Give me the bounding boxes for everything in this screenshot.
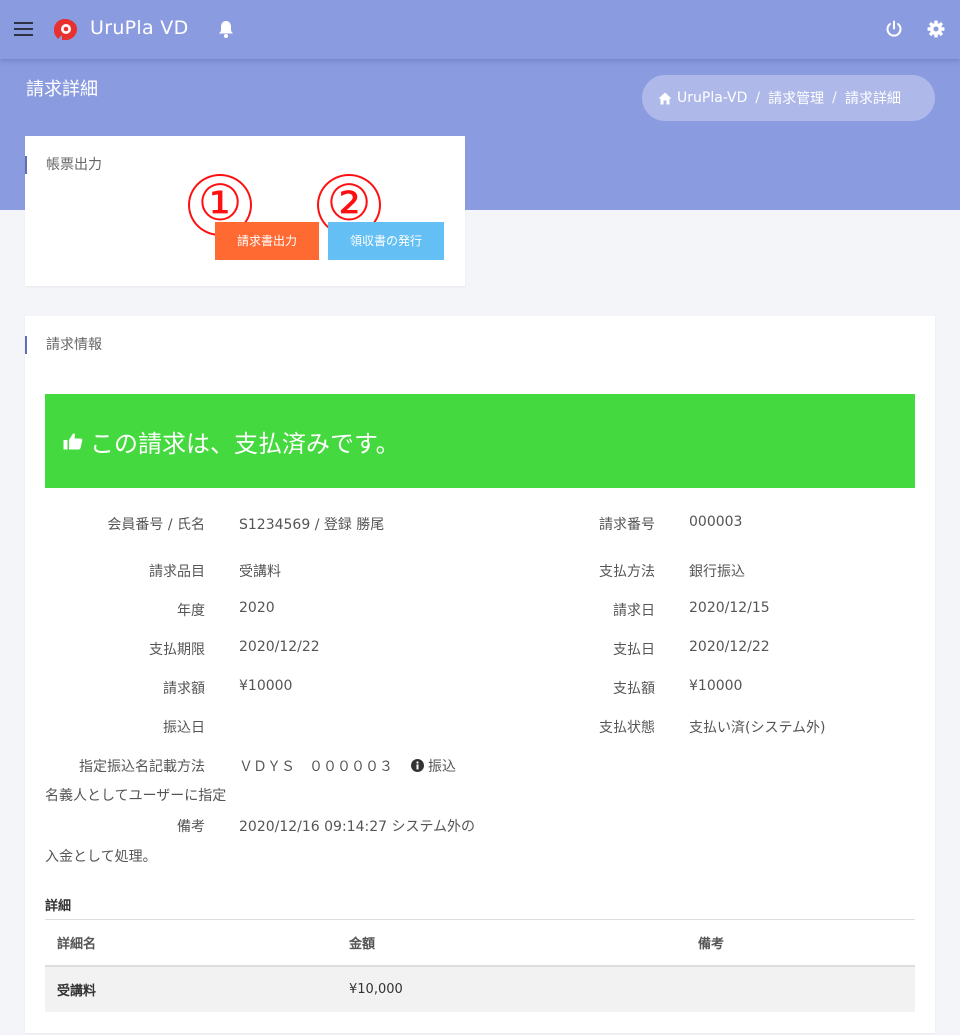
- remarks-value: 2020/12/16 09:14:27 システム外の: [239, 819, 476, 835]
- info-icon: [411, 759, 424, 772]
- payment-method-label: 支払方法: [599, 564, 655, 580]
- paid-status-message: この請求は、支払済みです。: [90, 429, 400, 458]
- hamburger-menu-icon[interactable]: [14, 22, 34, 36]
- member-id-label: 会員番号 / 氏名: [107, 517, 205, 533]
- details-header-row: 詳細名 金額 備考: [45, 919, 915, 967]
- fiscal-year-value: 2020: [239, 600, 275, 616]
- breadcrumb-separator: /: [832, 90, 837, 106]
- breadcrumb-separator: /: [755, 90, 761, 106]
- breadcrumb-current: 請求詳細: [844, 91, 901, 107]
- invoice-number-value: 000003: [689, 514, 743, 530]
- invoice-number-label: 請求番号: [599, 517, 655, 533]
- details-section-title: 詳細: [45, 899, 72, 914]
- details-table: 詳細名 金額 備考 受講料 ¥10,000: [45, 919, 915, 1012]
- detail-remarks-cell: [686, 965, 915, 1012]
- billing-date-label: 請求日: [613, 603, 655, 619]
- transfer-name-note-cont: 名義人としてユーザーに指定: [45, 788, 227, 804]
- transfer-date-label: 振込日: [163, 720, 205, 736]
- payment-date-value: 2020/12/22: [689, 639, 770, 655]
- column-remarks: 備考: [686, 919, 915, 967]
- fiscal-year-label: 年度: [177, 603, 205, 619]
- breadcrumb: UruPla-VD / 請求管理 / 請求詳細: [642, 75, 935, 121]
- payment-status-label: 支払状態: [599, 720, 655, 736]
- document-output-card: 帳票出力 ① ② 請求書出力 領収書の発行: [25, 136, 465, 286]
- billing-item-label: 請求品目: [149, 564, 205, 580]
- gear-icon[interactable]: [926, 19, 946, 39]
- member-id-value: S1234569 / 登録 勝尾: [239, 517, 385, 533]
- bell-icon[interactable]: [217, 19, 235, 39]
- column-amount: 金額: [337, 919, 686, 967]
- top-navbar: UruPla VD: [0, 0, 960, 59]
- payment-deadline-label: 支払期限: [149, 642, 205, 658]
- detail-name-cell: 受講料: [45, 965, 337, 1012]
- payment-status-value: 支払い済(システム外): [689, 720, 826, 736]
- transfer-name-note: 振込: [411, 756, 456, 776]
- payment-amount-label: 支払額: [613, 681, 655, 697]
- table-row: 受講料 ¥10,000: [45, 965, 915, 1012]
- detail-amount-cell: ¥10,000: [337, 965, 686, 1012]
- transfer-name-note-text: 振込: [428, 759, 456, 775]
- payment-deadline-value: 2020/12/22: [239, 639, 320, 655]
- payment-method-value: 銀行振込: [689, 564, 745, 580]
- billing-item-value: 受講料: [239, 564, 281, 580]
- breadcrumb-billing-link[interactable]: 請求管理: [768, 88, 824, 108]
- transfer-name-value: ＶＤＹＳ ０００００３: [239, 759, 393, 775]
- billing-info-title: 請求情報: [25, 336, 102, 354]
- page-title: 請求詳細: [26, 79, 98, 100]
- remarks-value-cont: 入金として処理。: [45, 849, 157, 865]
- power-icon[interactable]: [884, 19, 904, 39]
- column-detail-name: 詳細名: [45, 919, 337, 967]
- billing-amount-value: ¥10000: [239, 678, 293, 694]
- issue-receipt-button[interactable]: 領収書の発行: [328, 222, 444, 260]
- transfer-name-method-label: 指定振込名記載方法: [79, 759, 205, 775]
- billing-info-card: 請求情報 この請求は、支払済みです。 会員番号 / 氏名 S1234569 / …: [25, 316, 935, 1033]
- home-icon[interactable]: [658, 92, 672, 105]
- payment-amount-value: ¥10000: [689, 678, 743, 694]
- brand-name[interactable]: UruPla VD: [90, 17, 189, 39]
- document-output-title: 帳票出力: [25, 156, 102, 174]
- thumbs-up-icon: [63, 433, 83, 450]
- billing-date-value: 2020/12/15: [689, 600, 770, 616]
- paid-status-banner: この請求は、支払済みです。: [45, 394, 915, 488]
- invoice-output-button[interactable]: 請求書出力: [215, 222, 319, 260]
- remarks-label: 備考: [177, 819, 205, 835]
- breadcrumb-home-link[interactable]: UruPla-VD: [677, 90, 747, 106]
- billing-amount-label: 請求額: [163, 681, 205, 697]
- brand-logo-icon: [54, 19, 77, 40]
- payment-date-label: 支払日: [613, 642, 655, 658]
